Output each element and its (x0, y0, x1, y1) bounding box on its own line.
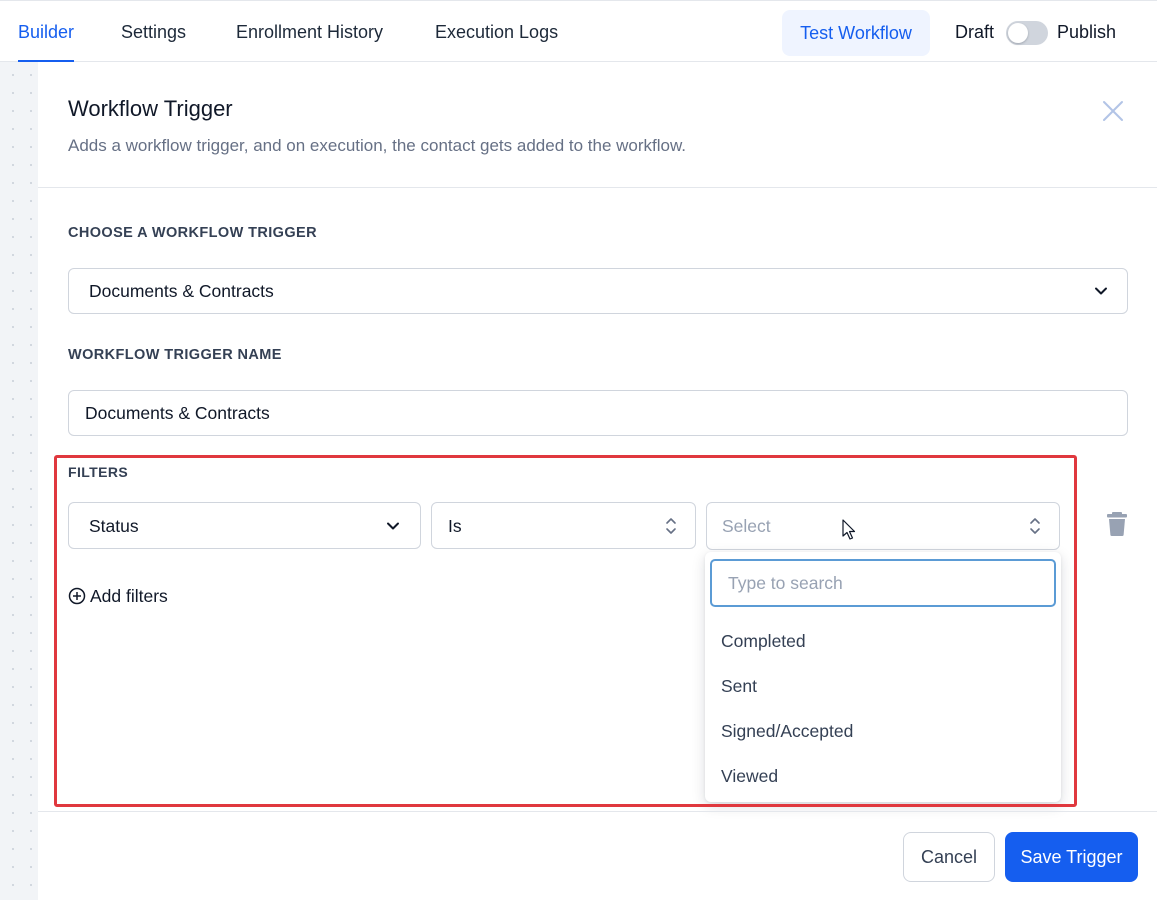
trigger-name-input[interactable]: Documents & Contracts (68, 390, 1128, 436)
tab-builder[interactable]: Builder (18, 1, 75, 62)
filter-operator-value: Is (448, 516, 462, 536)
trigger-select[interactable]: Documents & Contracts (68, 268, 1128, 314)
filter-value-placeholder: Select (722, 516, 771, 536)
chevron-up-down-icon (1030, 518, 1040, 534)
publish-toggle[interactable] (1006, 21, 1048, 45)
test-workflow-button[interactable]: Test Workflow (782, 10, 930, 56)
publish-label: Publish (1057, 22, 1117, 42)
plus-circle-icon (68, 587, 86, 605)
save-trigger-button[interactable]: Save Trigger (1005, 832, 1138, 882)
add-filters-label: Add filters (90, 586, 168, 606)
chevron-up-down-icon (666, 518, 676, 534)
dropdown-option-viewed[interactable]: Viewed (721, 766, 778, 787)
mouse-cursor-icon (842, 519, 856, 540)
close-icon[interactable] (1100, 98, 1126, 124)
trash-icon[interactable] (1106, 511, 1128, 537)
dropdown-option-signed-accepted[interactable]: Signed/Accepted (721, 721, 853, 742)
footer-divider (38, 811, 1157, 812)
workflow-trigger-panel: Workflow Trigger Adds a workflow trigger… (38, 62, 1157, 900)
top-nav-bar: Builder Settings Enrollment History Exec… (0, 0, 1157, 62)
draft-label: Draft (955, 22, 995, 42)
panel-subtitle: Adds a workflow trigger, and on executio… (68, 136, 687, 155)
toggle-knob (1008, 23, 1028, 43)
filter-field-select[interactable]: Status (68, 502, 421, 549)
filter-value-select[interactable]: Select (706, 502, 1060, 550)
header-divider (38, 187, 1157, 188)
cancel-button[interactable]: Cancel (903, 832, 995, 882)
dropdown-option-completed[interactable]: Completed (721, 631, 806, 652)
chevron-down-icon (387, 522, 399, 530)
trigger-select-value: Documents & Contracts (89, 281, 274, 301)
tab-execution-logs[interactable]: Execution Logs (435, 1, 558, 62)
trigger-section-label: CHOOSE A WORKFLOW TRIGGER (68, 225, 317, 241)
dropdown-option-sent[interactable]: Sent (721, 676, 757, 697)
name-section-label: WORKFLOW TRIGGER NAME (68, 347, 282, 363)
panel-title: Workflow Trigger (68, 96, 233, 121)
chevron-down-icon (1095, 287, 1107, 295)
filter-operator-select[interactable]: Is (431, 502, 696, 549)
tab-settings[interactable]: Settings (121, 1, 186, 62)
filter-field-value: Status (89, 516, 139, 536)
add-filters-button[interactable]: Add filters (68, 586, 168, 607)
workflow-canvas (0, 62, 38, 900)
filters-label: FILTERS (68, 464, 129, 480)
trigger-name-value: Documents & Contracts (85, 403, 270, 423)
tab-enrollment-history[interactable]: Enrollment History (236, 1, 383, 62)
dropdown-search-input[interactable] (710, 559, 1056, 607)
status-dropdown-menu: Completed Sent Signed/Accepted Viewed (705, 552, 1061, 802)
